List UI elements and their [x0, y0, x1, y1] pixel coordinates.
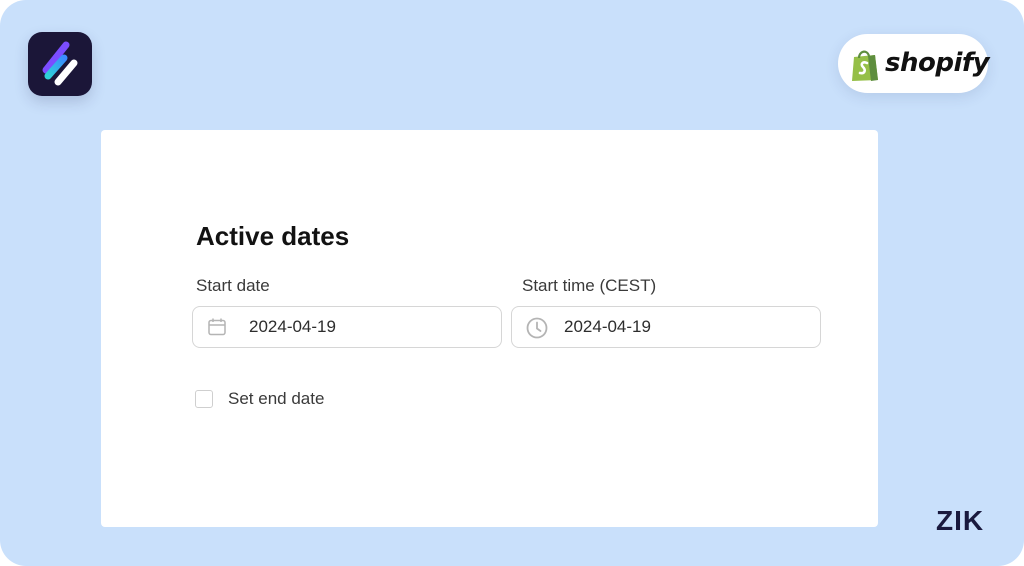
end-date-label[interactable]: Set end date [228, 389, 324, 409]
app-logo [28, 32, 92, 96]
clock-icon [526, 317, 548, 339]
start-time-label: Start time (CEST) [522, 276, 657, 295]
shopify-badge: shopify [838, 34, 990, 93]
calendar-icon [208, 318, 226, 336]
start-time-input[interactable]: 2024-04-19 [511, 306, 821, 348]
start-time-value: 2024-04-19 [564, 317, 651, 336]
section-title: Active dates [196, 221, 350, 251]
end-date-checkbox[interactable] [195, 390, 213, 408]
shopify-bag-icon [852, 50, 878, 81]
background-frame: shopify Active dates Start date 2024-04-… [0, 0, 1024, 566]
active-dates-card: Active dates Start date 2024-04-19 Start… [101, 130, 878, 527]
start-date-label: Start date [196, 276, 270, 295]
app-logo-icon [42, 41, 78, 86]
start-date-input[interactable]: 2024-04-19 [192, 306, 502, 348]
start-date-value: 2024-04-19 [249, 317, 336, 336]
zik-brand-mark: ZIK [936, 505, 985, 536]
shopify-wordmark: shopify [885, 48, 990, 78]
